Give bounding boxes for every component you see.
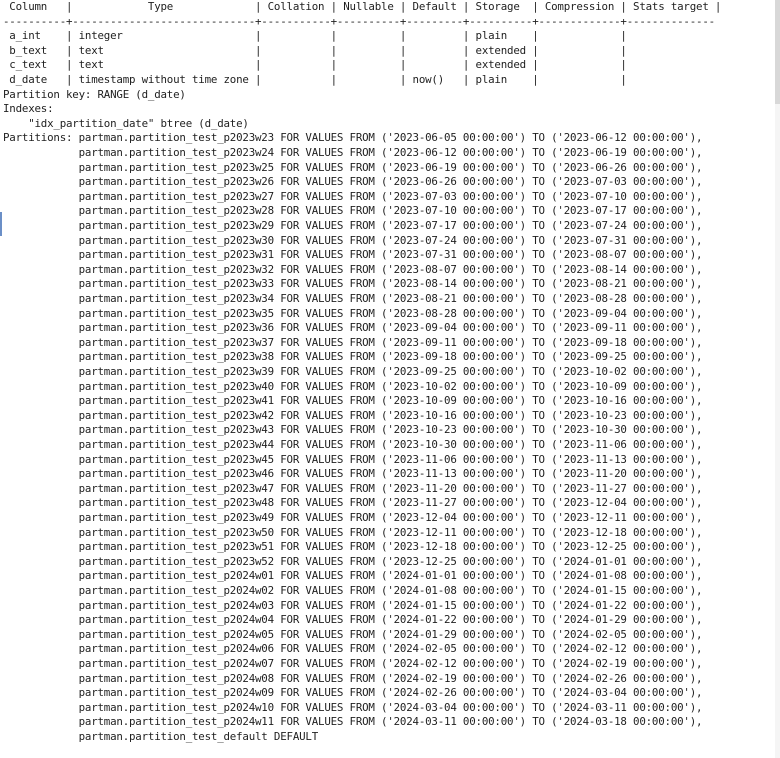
table-header: Column | Type | Collation | Nullable | D… bbox=[3, 0, 722, 13]
partition-key: Partition key: RANGE (d_date) bbox=[3, 87, 186, 101]
index-entry: "idx_partition_date" btree (d_date) bbox=[3, 116, 249, 130]
cursor-marker bbox=[0, 212, 2, 236]
partition-line: partman.partition_test_p2024w05 FOR VALU… bbox=[3, 627, 703, 641]
partition-line: partman.partition_test_p2023w36 FOR VALU… bbox=[3, 321, 703, 335]
partition-line: partman.partition_test_p2023w51 FOR VALU… bbox=[3, 540, 703, 554]
partition-line: partman.partition_test_p2023w52 FOR VALU… bbox=[3, 554, 703, 568]
partition-line: partman.partition_test_p2023w47 FOR VALU… bbox=[3, 481, 703, 495]
partition-line: partman.partition_test_p2024w09 FOR VALU… bbox=[3, 686, 703, 700]
psql-output: Column | Type | Collation | Nullable | D… bbox=[0, 0, 775, 758]
partition-line: partman.partition_test_p2023w38 FOR VALU… bbox=[3, 350, 703, 364]
partition-line: partman.partition_test_p2023w28 FOR VALU… bbox=[3, 204, 703, 218]
partition-line: partman.partition_test_p2023w48 FOR VALU… bbox=[3, 496, 703, 510]
partition-line: partman.partition_test_p2023w33 FOR VALU… bbox=[3, 277, 703, 291]
column-row: a_int | integer | | | | plain | | bbox=[3, 29, 627, 43]
vertical-scrollbar[interactable] bbox=[775, 0, 780, 758]
partition-line: partman.partition_test_p2024w01 FOR VALU… bbox=[3, 569, 703, 583]
partition-line: partman.partition_test_p2024w03 FOR VALU… bbox=[3, 598, 703, 612]
partition-line: partman.partition_test_p2024w06 FOR VALU… bbox=[3, 642, 703, 656]
column-row: d_date | timestamp without time zone | |… bbox=[3, 73, 627, 86]
partition-line: partman.partition_test_p2023w35 FOR VALU… bbox=[3, 306, 703, 320]
partition-line: partman.partition_test_p2024w11 FOR VALU… bbox=[3, 715, 703, 729]
partition-line: partman.partition_test_p2024w04 FOR VALU… bbox=[3, 613, 703, 627]
partition-line: partman.partition_test_p2023w42 FOR VALU… bbox=[3, 408, 703, 422]
partition-line: partman.partition_test_p2023w31 FOR VALU… bbox=[3, 248, 703, 262]
column-row: c_text | text | | | | extended | | bbox=[3, 58, 627, 72]
partition-line: partman.partition_test_p2023w41 FOR VALU… bbox=[3, 394, 703, 408]
partition-line: partman.partition_test_p2024w10 FOR VALU… bbox=[3, 700, 703, 714]
partition-line: partman.partition_test_p2023w40 FOR VALU… bbox=[3, 379, 703, 393]
partition-line: partman.partition_test_p2024w08 FOR VALU… bbox=[3, 671, 703, 685]
table-header-separator: ----------+-----------------------------… bbox=[3, 14, 715, 28]
partition-line: partman.partition_test_p2023w49 FOR VALU… bbox=[3, 511, 703, 524]
partition-line: partman.partition_test_p2023w50 FOR VALU… bbox=[3, 525, 703, 539]
partition-line: partman.partition_test_p2024w07 FOR VALU… bbox=[3, 657, 703, 670]
column-row: b_text | text | | | | extended | | bbox=[3, 43, 627, 57]
partition-line: partman.partition_test_p2023w44 FOR VALU… bbox=[3, 438, 703, 451]
partition-line: partman.partition_test_p2024w02 FOR VALU… bbox=[3, 584, 703, 597]
partition-line: partman.partition_test_p2023w46 FOR VALU… bbox=[3, 467, 703, 481]
partition-line: partman.partition_test_p2023w27 FOR VALU… bbox=[3, 189, 703, 203]
partition-line: partman.partition_test_p2023w39 FOR VALU… bbox=[3, 365, 703, 378]
partition-line: partman.partition_test_p2023w37 FOR VALU… bbox=[3, 335, 703, 349]
partition-line: partman.partition_test_p2023w34 FOR VALU… bbox=[3, 292, 703, 305]
partition-line: partman.partition_test_p2023w29 FOR VALU… bbox=[3, 219, 703, 232]
indexes-heading: Indexes: bbox=[3, 102, 54, 116]
partition-line: partman.partition_test_p2023w43 FOR VALU… bbox=[3, 423, 703, 437]
scrollbar-thumb[interactable] bbox=[775, 0, 780, 104]
partition-line: partman.partition_test_p2023w30 FOR VALU… bbox=[3, 233, 703, 247]
partition-line: partman.partition_test_p2023w32 FOR VALU… bbox=[3, 262, 703, 276]
partition-line: partman.partition_test_p2023w26 FOR VALU… bbox=[3, 175, 703, 189]
partition-line: partman.partition_test_p2023w25 FOR VALU… bbox=[3, 160, 703, 174]
partition-line: partman.partition_test_p2023w45 FOR VALU… bbox=[3, 452, 703, 466]
default-partition-line: partman.partition_test_default DEFAULT bbox=[3, 730, 319, 743]
partition-line: partman.partition_test_p2023w24 FOR VALU… bbox=[3, 146, 703, 159]
partition-line: Partitions: partman.partition_test_p2023… bbox=[3, 131, 703, 145]
